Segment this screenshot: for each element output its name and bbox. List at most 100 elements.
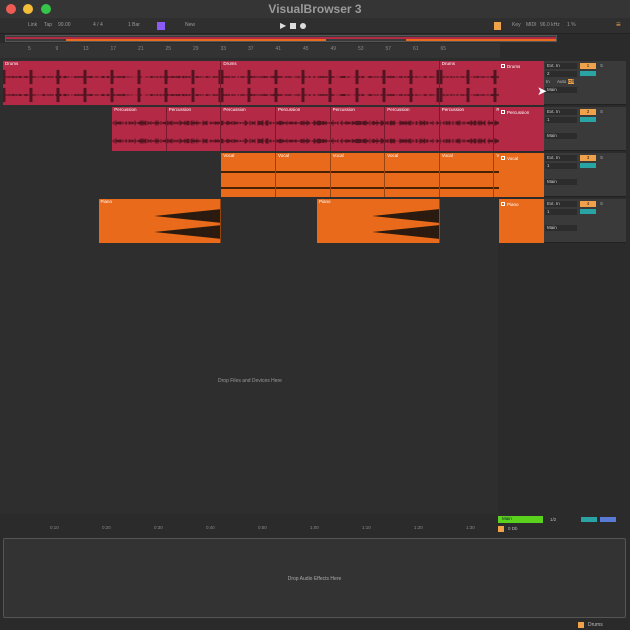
clip[interactable]: Piano: [316, 199, 440, 243]
ruler-tick: 61: [413, 46, 419, 52]
input-type-select[interactable]: Ext. In: [545, 63, 577, 69]
track-header-percussion[interactable]: Percussion: [499, 107, 544, 151]
fold-icon[interactable]: [501, 156, 505, 160]
key-map-button[interactable]: Key: [512, 22, 521, 28]
track-name[interactable]: Drums: [507, 64, 520, 69]
solo-button[interactable]: S: [600, 155, 603, 160]
track-activator[interactable]: 4: [580, 201, 596, 207]
waveform: [385, 120, 439, 144]
input-channel-select[interactable]: 1: [545, 117, 577, 123]
track-color-icon: [578, 622, 584, 628]
fold-icon[interactable]: [501, 64, 505, 68]
time-tick: 0:50: [258, 525, 267, 530]
ruler-tick: 33: [220, 46, 227, 52]
selected-track-label: Drums: [588, 622, 603, 628]
arrangement-overview[interactable]: [5, 35, 557, 42]
clip[interactable]: Vocal: [330, 153, 386, 197]
main-track-name[interactable]: Main: [498, 516, 543, 523]
arm-button[interactable]: [580, 71, 596, 76]
main-track[interactable]: Main 1/2 0 Db: [486, 516, 626, 534]
clip-name: Vocal: [387, 153, 399, 158]
clip-name: Percussion: [278, 107, 301, 112]
clip[interactable]: Vocal: [439, 153, 495, 197]
arm-button[interactable]: [580, 163, 596, 168]
device-drop-hint: Drop Audio Effects Here: [287, 576, 342, 582]
key-button[interactable]: New: [185, 22, 195, 28]
main-routing[interactable]: 1/2: [550, 517, 556, 522]
input-channel-select[interactable]: 1: [545, 209, 577, 215]
grid-icon[interactable]: [498, 526, 504, 532]
follow-icon[interactable]: [157, 22, 165, 30]
fold-icon[interactable]: [501, 110, 505, 114]
clip[interactable]: Percussion: [276, 107, 331, 151]
device-view[interactable]: Drop Audio Effects Here: [3, 538, 626, 618]
input-type-select[interactable]: Ext. In: [545, 109, 577, 115]
clip[interactable]: Percussion: [221, 107, 276, 151]
clip[interactable]: Vocal: [221, 153, 276, 197]
clip-name: Percussion: [223, 107, 246, 112]
clip[interactable]: Vocal: [385, 153, 440, 197]
monitor-auto[interactable]: Auto: [557, 79, 566, 84]
input-type-select[interactable]: Ext. In: [545, 201, 577, 207]
clip[interactable]: Percussion: [112, 107, 167, 151]
main-cue[interactable]: [581, 517, 597, 522]
clip[interactable]: Drums: [439, 61, 500, 105]
ruler-tick: 41: [275, 46, 282, 52]
track-header-piano[interactable]: Piano: [499, 199, 544, 243]
track-activator[interactable]: 1: [580, 63, 596, 69]
arm-button[interactable]: [580, 209, 596, 214]
output-select[interactable]: Main: [545, 87, 577, 93]
arm-button[interactable]: [580, 117, 596, 122]
tap-button[interactable]: Tap: [44, 22, 52, 28]
time-tick: 1:30: [466, 525, 475, 530]
solo-button[interactable]: S: [600, 63, 603, 68]
menu-icon[interactable]: ≡: [616, 21, 621, 29]
stop-icon[interactable]: [290, 23, 296, 29]
fold-icon[interactable]: [501, 202, 505, 206]
monitor-off[interactable]: Off: [568, 79, 574, 84]
track-name[interactable]: Vocal: [507, 156, 518, 161]
link-button[interactable]: Link: [28, 22, 37, 28]
clip-name: Piano: [318, 199, 331, 204]
track-mixer: Ext. In 1 Main 2 S: [544, 107, 626, 151]
input-type-select[interactable]: Ext. In: [545, 155, 577, 161]
ruler-tick: 9: [55, 46, 59, 52]
clip[interactable]: Percussion: [330, 107, 386, 151]
output-select[interactable]: Main: [545, 133, 577, 139]
solo-button[interactable]: S: [600, 201, 603, 206]
track-activator[interactable]: 2: [580, 109, 596, 115]
record-icon[interactable]: [300, 23, 306, 29]
clip[interactable]: Drums: [221, 61, 440, 105]
output-select[interactable]: Main: [545, 179, 577, 185]
clip[interactable]: Vocal: [276, 153, 331, 197]
track-name[interactable]: Piano: [507, 202, 519, 207]
clip-name: Vocal: [441, 153, 453, 158]
clip-name: Drums: [441, 61, 456, 66]
tempo-field[interactable]: 90.00: [58, 22, 71, 28]
main-volume[interactable]: [600, 517, 616, 522]
track-header-drums[interactable]: Drums: [499, 61, 544, 105]
clip[interactable]: Percussion: [166, 107, 222, 151]
track-header-vocal[interactable]: Vocal: [499, 153, 544, 197]
input-channel-select[interactable]: 2: [545, 71, 577, 77]
track-name[interactable]: Percussion: [507, 110, 529, 115]
input-channel-select[interactable]: 1: [545, 163, 577, 169]
clip[interactable]: Percussion: [385, 107, 440, 151]
solo-button[interactable]: S: [600, 109, 603, 114]
output-select[interactable]: Main: [545, 225, 577, 231]
meter-field[interactable]: 4 / 4: [93, 22, 103, 28]
track-mixer: Ext. In 1 Main 3 S: [544, 153, 626, 197]
clip[interactable]: Drums: [3, 61, 222, 105]
track-mixer: Ext. In 1 Main 4 S: [544, 199, 626, 243]
clip[interactable]: Piano: [98, 199, 222, 243]
quantize-select[interactable]: 1 Bar: [128, 22, 140, 28]
clip-name: Drums: [223, 61, 237, 66]
drop-hint: Drop Files and Devices Here: [218, 378, 282, 384]
midi-map-button[interactable]: MIDI: [526, 22, 537, 28]
draw-mode-icon[interactable]: [494, 22, 501, 30]
beat-ruler[interactable]: 5 9 13 17 21 25 29 33 37 41 45 49 53 57 61 65: [0, 43, 500, 58]
arrangement-view[interactable]: Drums Drums Drums Percussion Percussion Percu…: [0, 59, 500, 514]
track-activator[interactable]: 3: [580, 155, 596, 161]
play-icon[interactable]: ▶: [280, 21, 286, 30]
clip[interactable]: Percussion: [439, 107, 495, 151]
